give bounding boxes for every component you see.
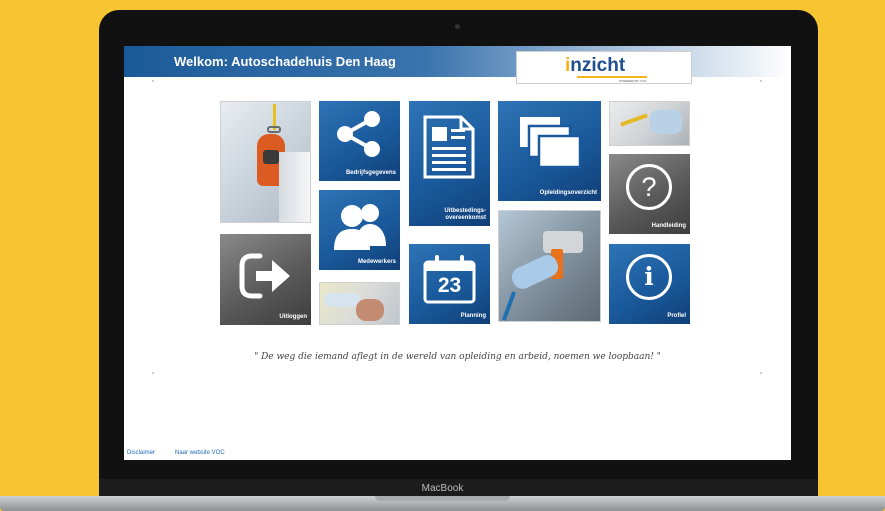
- laptop-brand: MacBook: [421, 483, 464, 494]
- tile-profiel[interactable]: i Profiel: [609, 244, 690, 324]
- tile-label: Handleiding: [651, 222, 686, 229]
- tile-label: Uitbestedings-overeenkomst: [444, 207, 486, 221]
- photo-spray-gun: [498, 210, 601, 322]
- slides-icon: [520, 117, 582, 169]
- photo-gloves: [319, 282, 400, 325]
- welcome-title: Welkom: Autoschadehuis Den Haag: [174, 54, 396, 69]
- logo-text: inzicht: [565, 55, 626, 76]
- tile-bedrijfsgegevens[interactable]: Bedrijfsgegevens: [319, 101, 400, 181]
- logo-underline: [577, 76, 647, 78]
- tile-opleidingsoverzicht[interactable]: Opleidingsoverzicht: [498, 101, 601, 201]
- tile-handleiding[interactable]: ? Handleiding: [609, 154, 690, 234]
- disclaimer-link[interactable]: Disclaimer: [127, 450, 155, 456]
- help-icon: ?: [626, 164, 672, 210]
- laptop-notch: [375, 496, 510, 501]
- inzicht-logo[interactable]: inzicht POWERED BY VOC: [516, 51, 692, 84]
- tile-label: Uitloggen: [279, 313, 307, 320]
- logout-icon: [239, 253, 290, 299]
- tile-label: Profiel: [667, 312, 686, 319]
- tile-uitbestedingsovereenkomst[interactable]: Uitbestedings-overeenkomst: [409, 101, 490, 226]
- tile-planning[interactable]: 23 Planning: [409, 244, 490, 324]
- decor-dot: [152, 80, 154, 82]
- calendar-date: 23: [437, 274, 462, 297]
- logo-subtitle: POWERED BY VOC: [619, 79, 647, 83]
- decor-dot: [760, 372, 762, 374]
- tile-label: Medewerkers: [357, 258, 396, 265]
- share-icon: [337, 111, 380, 157]
- photo-lifting-hook: [220, 101, 311, 223]
- users-icon: [334, 204, 386, 250]
- tile-label: Planning: [460, 312, 486, 319]
- info-icon: i: [626, 254, 672, 300]
- tile-label: Opleidingsoverzicht: [539, 189, 597, 196]
- tile-uitloggen[interactable]: Uitloggen: [220, 234, 311, 325]
- document-icon: [423, 115, 475, 179]
- decor-dot: [152, 372, 154, 374]
- quote-text: " De weg die iemand aflegt in de wereld …: [254, 352, 661, 362]
- screen: Welkom: Autoschadehuis Den Haag inzicht …: [124, 46, 791, 460]
- photo-car-surface: [609, 101, 690, 146]
- camera-icon: [455, 24, 460, 29]
- voc-website-link[interactable]: Naar website VOC: [175, 450, 225, 456]
- tile-label: Bedrijfsgegevens: [345, 169, 396, 176]
- tile-medewerkers[interactable]: Medewerkers: [319, 190, 400, 270]
- decor-dot: [760, 80, 762, 82]
